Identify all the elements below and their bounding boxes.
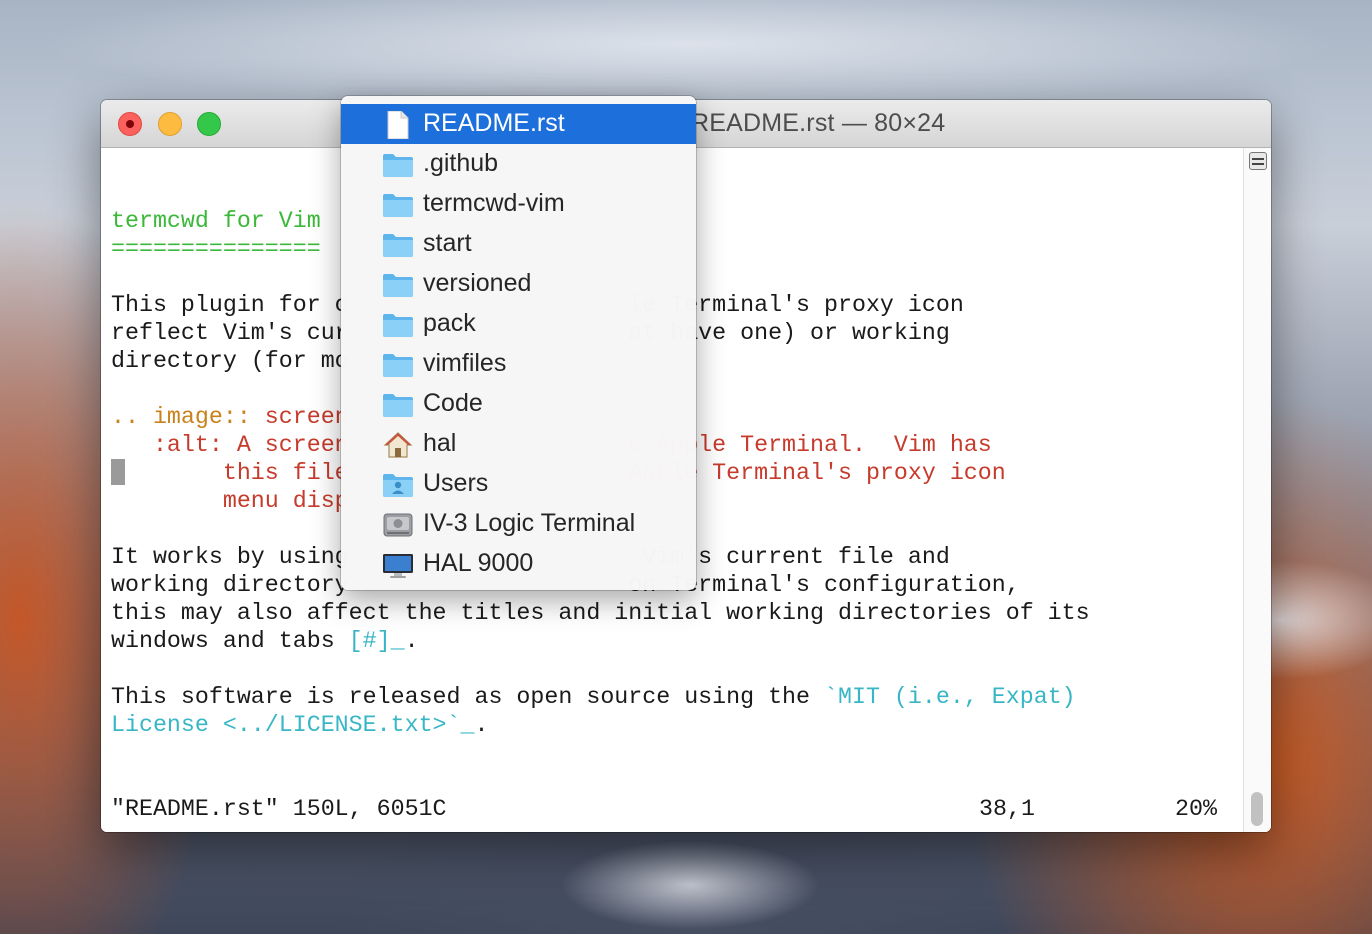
- menu-item-code[interactable]: Code: [341, 384, 696, 424]
- menu-item-users[interactable]: Users: [341, 464, 696, 504]
- split-pane-icon[interactable]: [1249, 152, 1267, 170]
- menu-item-github[interactable]: .github: [341, 144, 696, 184]
- buffer-line: this may also affect the titles and init…: [111, 600, 1090, 626]
- buffer-line: directory (for mo: [111, 348, 349, 374]
- buffer-line-license-link: License <../LICENSE.txt>`_.: [111, 711, 488, 739]
- rst-link: License <../LICENSE.txt>`_: [111, 712, 475, 738]
- buffer-line: termcwd for Vim: [111, 208, 321, 234]
- menu-item-readme[interactable]: README.rst: [341, 104, 696, 144]
- folder-icon: [383, 194, 413, 217]
- computer-icon: [383, 554, 413, 578]
- folder-icon: [383, 154, 413, 177]
- menu-item-label: IV-3 Logic Terminal: [423, 509, 636, 537]
- scrollbar[interactable]: [1243, 148, 1271, 832]
- menu-item-label: versioned: [423, 269, 532, 297]
- zoom-button[interactable]: [197, 112, 221, 136]
- menu-item-vimfiles[interactable]: vimfiles: [341, 344, 696, 384]
- minimize-button[interactable]: [158, 112, 182, 136]
- status-position: 38,1: [979, 796, 1035, 822]
- status-file: "README.rst" 150L, 6051C: [111, 796, 447, 822]
- menu-item-versioned[interactable]: versioned: [341, 264, 696, 304]
- close-button[interactable]: [118, 112, 142, 136]
- folder-icon: [383, 234, 413, 257]
- footnote-ref: [#]_: [348, 628, 405, 654]
- menu-item-label: start: [423, 229, 472, 257]
- menu-item-label: vimfiles: [423, 349, 507, 377]
- line-text: .: [474, 712, 489, 738]
- window-title[interactable]: README.rst — 80×24: [691, 109, 945, 138]
- folder-icon: [383, 394, 413, 417]
- hard-drive-icon: [383, 513, 413, 537]
- rst-directive: .. image::: [111, 404, 251, 430]
- folder-icon: [383, 274, 413, 297]
- proxy-icon-menu: README.rst .github termcwd-vim start ver…: [341, 96, 696, 590]
- menu-item-label: termcwd-vim: [423, 189, 565, 217]
- buffer-line: menu disp: [111, 488, 349, 514]
- menu-item-start[interactable]: start: [341, 224, 696, 264]
- menu-item-label: Users: [423, 469, 489, 497]
- folder-icon: [383, 314, 413, 337]
- buffer-line-image-directive: .. image:: screen: [111, 403, 349, 431]
- buffer-line-footnote: windows and tabs [#]_.: [111, 627, 419, 655]
- rst-link: `MIT (i.e., Expat): [824, 684, 1076, 710]
- rst-directive-arg: screen: [250, 404, 349, 430]
- menu-item-computer[interactable]: HAL 9000: [341, 544, 696, 584]
- menu-item-label: Code: [423, 389, 483, 417]
- menu-item-label: .github: [423, 149, 499, 177]
- document-icon: [387, 111, 409, 139]
- scroll-thumb[interactable]: [1251, 792, 1263, 826]
- wallpaper-cloud: [40, 0, 1340, 110]
- menu-item-hal[interactable]: hal: [341, 424, 696, 464]
- menu-item-label: pack: [423, 309, 476, 337]
- menu-item-drive[interactable]: IV-3 Logic Terminal: [341, 504, 696, 544]
- status-percent: 20%: [1175, 796, 1217, 822]
- line-text: .: [404, 628, 419, 654]
- menu-item-termcwd-vim[interactable]: termcwd-vim: [341, 184, 696, 224]
- buffer-line: ===============: [111, 236, 321, 262]
- users-folder-icon: [383, 474, 413, 497]
- menu-item-pack[interactable]: pack: [341, 304, 696, 344]
- menu-item-label: README.rst: [423, 109, 565, 137]
- menu-item-label: hal: [423, 429, 457, 457]
- line-text: This software is released as open source…: [111, 684, 825, 710]
- wallpaper-snow-bottom: [560, 840, 820, 930]
- folder-icon: [383, 354, 413, 377]
- menu-item-label: HAL 9000: [423, 549, 534, 577]
- home-icon: [383, 432, 413, 458]
- line-text: windows and tabs: [111, 628, 349, 654]
- buffer-line-license: This software is released as open source…: [111, 683, 1076, 711]
